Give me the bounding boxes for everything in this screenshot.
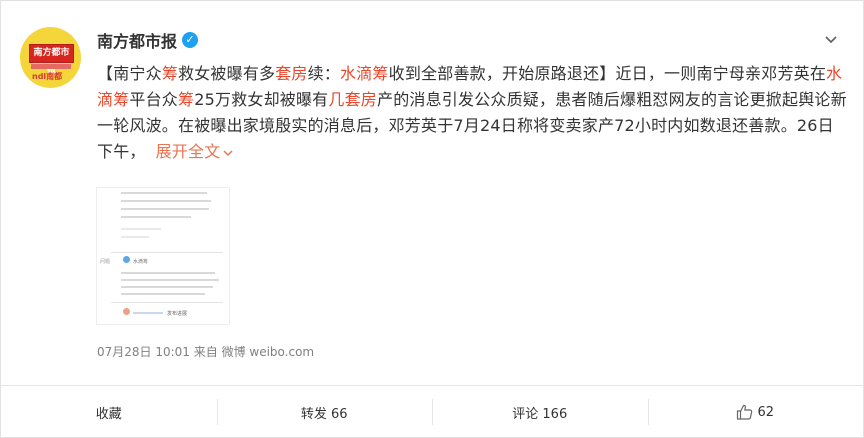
thumb-label-1: 问题 — [100, 259, 111, 265]
repost-button[interactable]: 转发 66 — [216, 386, 433, 438]
text-segment: 平台众 — [129, 90, 179, 109]
text-segment: 【南宁众 — [97, 64, 162, 83]
favorite-label: 收藏 — [95, 406, 122, 422]
post-source[interactable]: 来自 微博 weibo.com — [194, 345, 314, 359]
text-segment: 25万救女却被曝有 — [194, 90, 329, 109]
highlight-keyword: 筹 — [161, 64, 179, 83]
weibo-post-card: 南方都市报 ndl南都 南方都市报 ✓ 【南宁众筹救女被曝有多套房续：水滴筹收到… — [0, 0, 864, 438]
text-segment: 救女被曝有多 — [178, 64, 276, 83]
like-button[interactable]: 62 — [647, 386, 864, 438]
favorite-button[interactable]: 收藏 — [1, 386, 217, 438]
highlight-keyword: 几套房 — [328, 90, 377, 109]
verified-badge-icon: ✓ — [182, 32, 199, 48]
action-bar: 收藏 转发 66 评论 166 62 — [1, 385, 863, 438]
chevron-down-icon — [223, 149, 233, 156]
post-timestamp[interactable]: 07月28日 10:01 — [97, 345, 190, 359]
post-image-thumbnail[interactable]: 问题 水滴筹 发布进展 — [96, 187, 230, 325]
post-meta: 07月28日 10:01 来自 微博 weibo.com — [97, 343, 314, 360]
like-count: 62 — [757, 404, 775, 420]
thumb-label-2: 水滴筹 — [133, 259, 149, 265]
comment-label: 评论 166 — [512, 406, 568, 422]
thumbs-up-icon — [737, 404, 753, 420]
text-segment: 续： — [307, 64, 341, 83]
expand-label: 展开全文 — [155, 142, 221, 161]
thumb-label-3: 发布进展 — [167, 311, 188, 317]
expand-full-text-link[interactable]: 展开全文 — [156, 142, 235, 161]
comment-button[interactable]: 评论 166 — [432, 386, 648, 438]
highlight-keyword: 水滴筹 — [340, 64, 389, 83]
text-segment: 收到全部善款，开始原路退还】近日，一则南宁母亲邓芳英在 — [388, 64, 827, 83]
newspaper-logo: 南方都市报 — [29, 44, 74, 75]
highlight-keyword: 套房 — [275, 64, 308, 83]
avatar-mark: ndl南都 — [32, 72, 63, 81]
post-text: 【南宁众筹救女被曝有多套房续：水滴筹收到全部善款，开始原路退还】近日，一则南宁母… — [97, 61, 849, 165]
logo-subline — [31, 64, 71, 69]
highlight-keyword: 筹 — [178, 90, 195, 109]
repost-label: 转发 66 — [300, 406, 348, 422]
account-avatar[interactable]: 南方都市报 ndl南都 — [20, 27, 81, 88]
chevron-down-icon[interactable] — [823, 31, 839, 47]
account-name-row: 南方都市报 ✓ — [97, 28, 199, 52]
account-name[interactable]: 南方都市报 — [97, 28, 177, 52]
